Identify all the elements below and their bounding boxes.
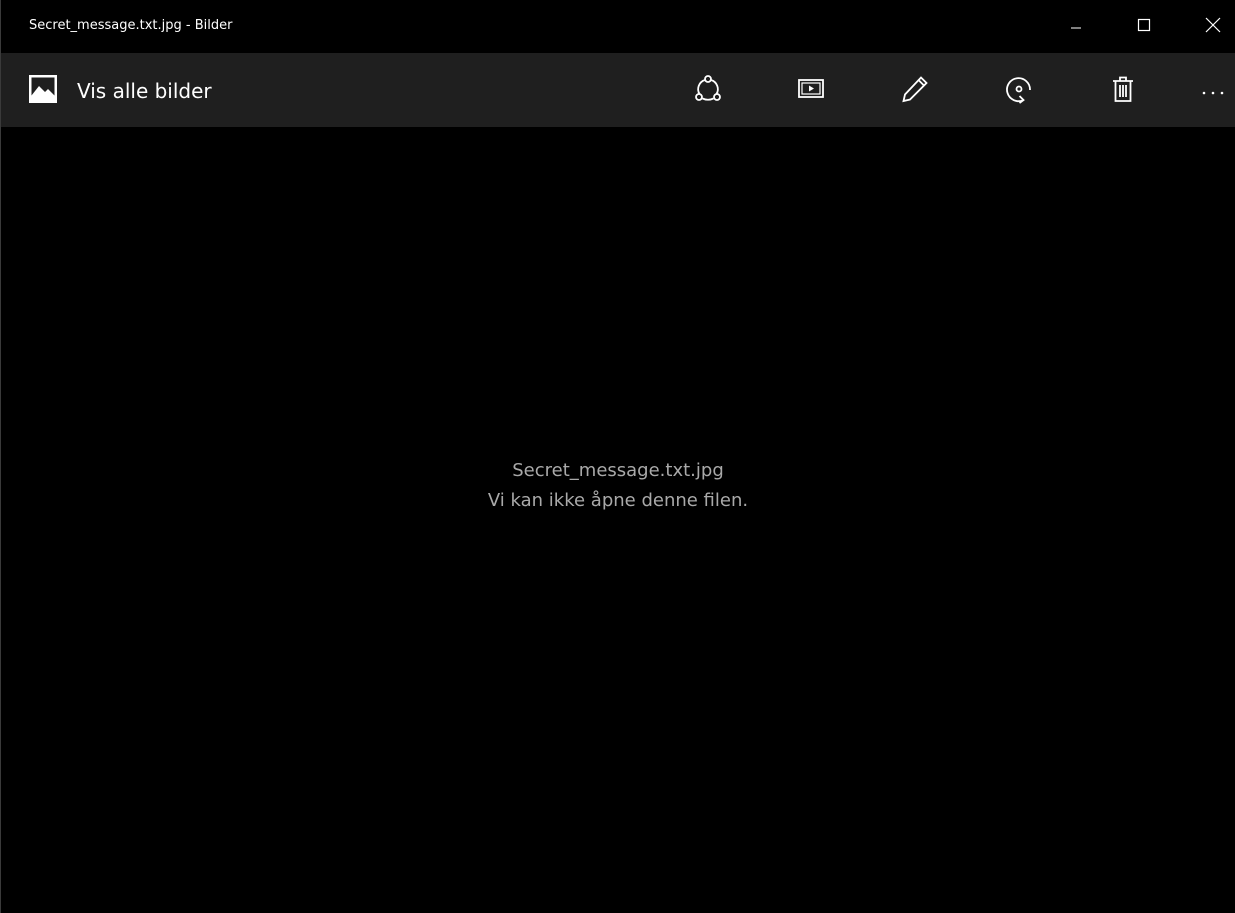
show-all-pictures-button[interactable]: Vis alle bilder	[28, 75, 212, 107]
photos-app-window: Secret_message.txt.jpg - Bilder Vis alle…	[0, 0, 1235, 913]
delete-button[interactable]	[1103, 71, 1143, 111]
trash-icon	[1108, 74, 1138, 108]
rotate-icon	[1004, 74, 1034, 108]
toolbar: Vis alle bilder	[1, 53, 1235, 127]
share-button[interactable]	[688, 71, 728, 111]
image-viewer-area: Secret_message.txt.jpg Vi kan ikke åpne …	[1, 127, 1235, 913]
edit-button[interactable]	[895, 71, 935, 111]
slideshow-icon	[796, 74, 826, 108]
close-icon	[1205, 17, 1221, 37]
pencil-icon	[900, 74, 930, 108]
share-icon	[693, 74, 723, 108]
close-button[interactable]	[1190, 0, 1235, 53]
error-message: Secret_message.txt.jpg Vi kan ikke åpne …	[1, 456, 1235, 516]
picture-icon	[28, 74, 58, 108]
maximize-button[interactable]	[1121, 0, 1167, 53]
maximize-icon	[1137, 17, 1151, 36]
minimize-button[interactable]	[1053, 0, 1099, 53]
rotate-button[interactable]	[999, 71, 1039, 111]
show-all-pictures-label: Vis alle bilder	[77, 79, 212, 103]
more-button[interactable]	[1193, 71, 1233, 111]
minimize-icon	[1070, 17, 1082, 36]
slideshow-button[interactable]	[791, 71, 831, 111]
window-title: Secret_message.txt.jpg - Bilder	[29, 18, 233, 33]
file-name-text: Secret_message.txt.jpg	[512, 460, 724, 481]
title-bar[interactable]: Secret_message.txt.jpg - Bilder	[1, 0, 1235, 53]
cannot-open-text: Vi kan ikke åpne denne filen.	[487, 490, 749, 511]
more-icon	[1201, 82, 1225, 101]
